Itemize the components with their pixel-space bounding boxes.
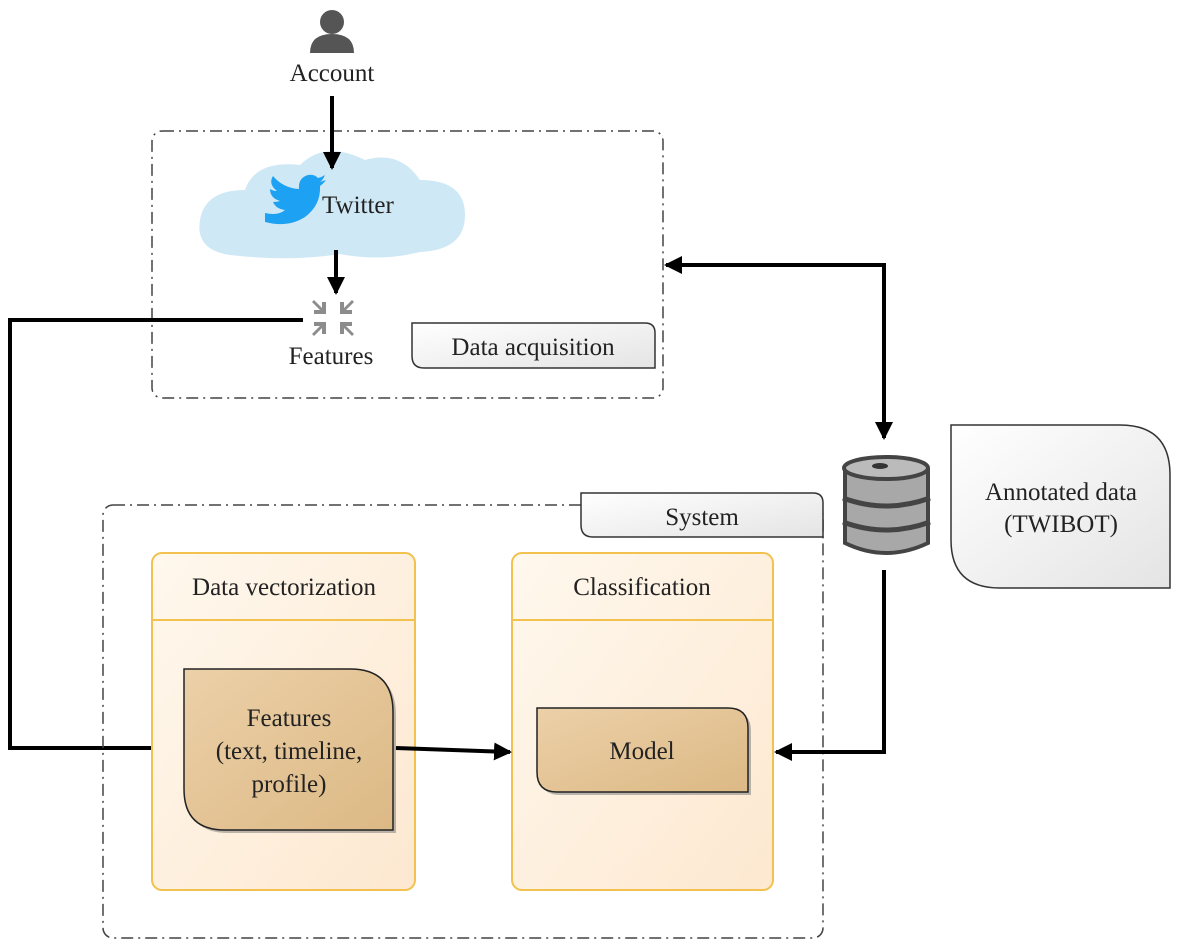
twitter-label: Twitter xyxy=(322,192,395,219)
data-acquisition-label: Data acquisition xyxy=(451,334,615,361)
features-box: Features (text, timeline, profile) xyxy=(183,668,396,833)
classification-title: Classification xyxy=(573,574,711,601)
account-node: Account xyxy=(290,10,375,87)
system-label-box: System xyxy=(580,492,824,538)
features-box-line2: (text, timeline, xyxy=(216,738,362,765)
annotated-data-line1: Annotated data xyxy=(985,479,1137,506)
annotated-data-line2: (TWIBOT) xyxy=(1004,511,1118,538)
arrow-acquisition-database xyxy=(666,263,893,440)
features-source-label: Features xyxy=(289,343,374,370)
user-icon xyxy=(310,10,354,53)
database-barrel-icon xyxy=(842,455,931,555)
diagram-canvas: Account Twitter Features Data acquisitio… xyxy=(8,10,1171,939)
features-box-line1: Features xyxy=(247,705,332,732)
collapse-arrows-icon xyxy=(312,300,354,336)
features-source-node: Features xyxy=(289,300,374,370)
model-label: Model xyxy=(609,738,674,765)
arrowhead-acquisition xyxy=(664,256,682,274)
data-vectorization-title: Data vectorization xyxy=(192,574,376,601)
system-label: System xyxy=(665,504,739,531)
arrow-database-to-model xyxy=(774,570,886,761)
model-box: Model xyxy=(536,707,751,795)
data-acquisition-label-box: Data acquisition xyxy=(411,322,656,369)
features-box-line3: profile) xyxy=(252,771,327,798)
account-label: Account xyxy=(290,60,375,87)
annotated-data-node: Annotated data (TWIBOT) xyxy=(950,424,1171,589)
